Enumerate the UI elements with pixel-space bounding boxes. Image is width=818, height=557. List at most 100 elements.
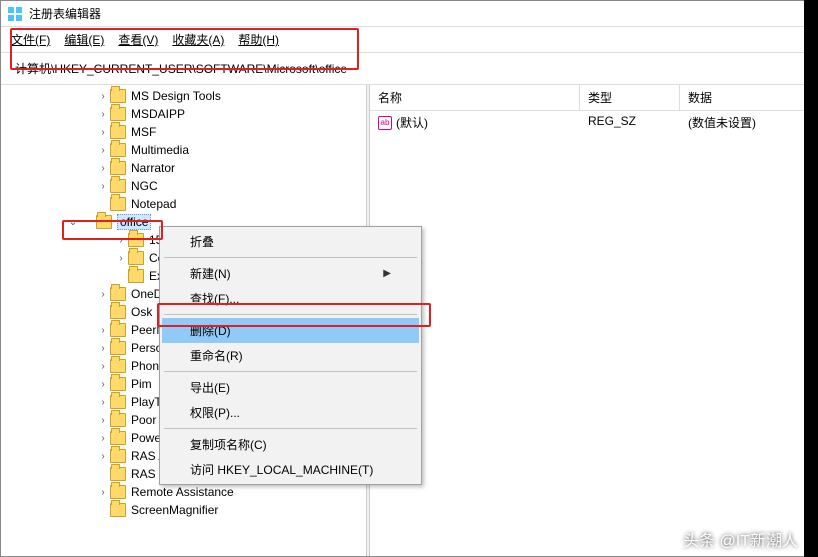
tree-item-label: PlayT <box>131 395 162 409</box>
tree-item-label: MSDAIPP <box>131 107 185 121</box>
expander-icon[interactable]: › <box>96 397 110 408</box>
expander-icon[interactable]: › <box>96 361 110 372</box>
tree-item-screenmagnifier[interactable]: ScreenMagnifier <box>1 501 366 519</box>
tree-item-label: Pim <box>131 377 152 391</box>
expander-icon[interactable]: › <box>96 451 110 462</box>
expander-icon[interactable]: › <box>96 343 110 354</box>
tree-item-label: OneD <box>131 287 162 301</box>
expander-icon[interactable]: › <box>114 253 128 264</box>
folder-icon <box>110 305 126 319</box>
menu-new[interactable]: 新建(N)▶ <box>162 261 419 286</box>
menu-find[interactable]: 查找(F)... <box>162 286 419 311</box>
menu-export[interactable]: 导出(E) <box>162 375 419 400</box>
tree-item-label: Perso <box>131 341 162 355</box>
expander-icon[interactable]: › <box>96 379 110 390</box>
expander-icon[interactable]: › <box>96 415 110 426</box>
app-icon <box>7 6 23 22</box>
folder-icon <box>110 161 126 175</box>
expander-icon[interactable]: › <box>96 145 110 156</box>
folder-icon <box>128 233 144 247</box>
menu-goto-hklm[interactable]: 访问 HKEY_LOCAL_MACHINE(T) <box>162 457 419 482</box>
expander-icon[interactable]: › <box>96 91 110 102</box>
folder-icon <box>110 287 126 301</box>
tree-item-label: MS Design Tools <box>131 89 221 103</box>
value-type: REG_SZ <box>588 114 688 131</box>
address-path[interactable]: 计算机\HKEY_CURRENT_USER\SOFTWARE\Microsoft… <box>9 57 809 80</box>
folder-icon <box>110 125 126 139</box>
tree-item-label: Narrator <box>131 161 175 175</box>
tree-item-narrator[interactable]: › Narrator <box>1 159 366 177</box>
tree-item-label: MSF <box>131 125 156 139</box>
tree-item-remote-assistance[interactable]: ›Remote Assistance <box>1 483 366 501</box>
string-value-icon: ab <box>378 116 392 130</box>
expander-icon[interactable]: › <box>96 487 110 498</box>
menubar: 文件(F) 编辑(E) 查看(V) 收藏夹(A) 帮助(H) <box>1 27 817 53</box>
folder-icon <box>110 485 126 499</box>
folder-icon <box>110 341 126 355</box>
value-data: (数值未设置) <box>688 114 809 131</box>
value-row[interactable]: ab (默认) REG_SZ (数值未设置) <box>370 111 817 134</box>
folder-icon <box>110 143 126 157</box>
expander-icon[interactable]: › <box>96 433 110 444</box>
submenu-arrow-icon: ▶ <box>383 268 391 279</box>
expander-icon[interactable]: › <box>96 127 110 138</box>
menu-collapse[interactable]: 折叠 <box>162 229 419 254</box>
tree-item-label: Multimedia <box>131 143 189 157</box>
expander-icon[interactable]: › <box>96 289 110 300</box>
folder-icon <box>110 377 126 391</box>
column-header-name[interactable]: 名称 <box>370 85 580 110</box>
right-edge <box>804 0 818 557</box>
folder-icon <box>128 269 144 283</box>
expander-icon[interactable]: › <box>96 163 110 174</box>
tree-item-msdaipp[interactable]: › MSDAIPP <box>1 105 366 123</box>
folder-icon <box>110 359 126 373</box>
menu-help[interactable]: 帮助(H) <box>238 31 279 48</box>
tree-item-label: Poor <box>131 413 156 427</box>
menu-file[interactable]: 文件(F) <box>11 31 50 48</box>
menu-copy-key-name[interactable]: 复制项名称(C) <box>162 432 419 457</box>
expander-icon[interactable]: ⌄ <box>66 217 80 228</box>
tree-item-label: Notepad <box>131 197 176 211</box>
folder-icon <box>110 449 126 463</box>
folder-icon <box>96 215 112 229</box>
tree-item-label: Phon <box>131 359 159 373</box>
folder-icon <box>110 179 126 193</box>
menu-view[interactable]: 查看(V) <box>118 31 158 48</box>
titlebar: 注册表编辑器 <box>1 1 817 27</box>
column-header-data[interactable]: 数据 <box>680 85 817 110</box>
menu-rename[interactable]: 重命名(R) <box>162 343 419 368</box>
folder-icon <box>110 431 126 445</box>
folder-icon <box>110 395 126 409</box>
tree-item-label: office <box>117 214 151 230</box>
list-pane: 名称 类型 数据 ab (默认) REG_SZ (数值未设置) <box>370 85 817 556</box>
tree-item-label: ScreenMagnifier <box>131 503 218 517</box>
folder-icon <box>128 251 144 265</box>
tree-item-msf[interactable]: › MSF <box>1 123 366 141</box>
tree-item-notepad[interactable]: Notepad <box>1 195 366 213</box>
column-header-type[interactable]: 类型 <box>580 85 680 110</box>
value-name: (默认) <box>396 114 428 131</box>
folder-icon <box>110 413 126 427</box>
list-header: 名称 类型 数据 <box>370 85 817 111</box>
expander-icon[interactable]: › <box>114 235 128 246</box>
folder-icon <box>110 107 126 121</box>
expander-icon[interactable]: › <box>96 325 110 336</box>
watermark: 头条 @IT新潮人 <box>683 527 798 551</box>
list-body: ab (默认) REG_SZ (数值未设置) <box>370 111 817 134</box>
menu-delete[interactable]: 删除(D) <box>162 318 419 343</box>
tree-item-ms-design-tools[interactable]: › MS Design Tools <box>1 87 366 105</box>
tree-item-label: Osk <box>131 305 152 319</box>
expander-icon[interactable]: › <box>96 109 110 120</box>
folder-icon <box>110 323 126 337</box>
menu-edit[interactable]: 编辑(E) <box>64 31 104 48</box>
context-menu: 折叠 新建(N)▶ 查找(F)... 删除(D) 重命名(R) 导出(E) 权限… <box>159 226 422 485</box>
tree-item-label: NGC <box>131 179 158 193</box>
folder-icon <box>110 197 126 211</box>
menu-permissions[interactable]: 权限(P)... <box>162 400 419 425</box>
expander-icon[interactable]: › <box>96 181 110 192</box>
menu-favorites[interactable]: 收藏夹(A) <box>172 31 224 48</box>
folder-icon <box>110 503 126 517</box>
tree-item-ngc[interactable]: › NGC <box>1 177 366 195</box>
addressbar: 计算机\HKEY_CURRENT_USER\SOFTWARE\Microsoft… <box>1 53 817 85</box>
tree-item-multimedia[interactable]: › Multimedia <box>1 141 366 159</box>
